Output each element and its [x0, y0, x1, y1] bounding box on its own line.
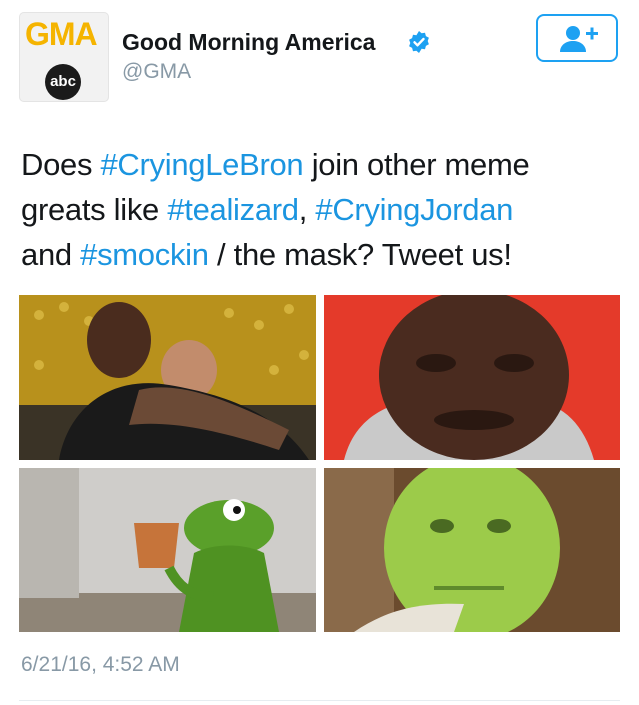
account-name[interactable]: Good Morning America [122, 28, 375, 56]
add-user-icon [560, 26, 598, 52]
tweet-text-segment: / the mask? Tweet us! [208, 237, 512, 272]
the-mask-photo[interactable] [324, 468, 620, 632]
hashtag-link[interactable]: #CryingLeBron [100, 147, 303, 182]
abc-logo: abc [45, 64, 81, 100]
tweet-line-3: and #smockin / the mask? Tweet us! [21, 232, 621, 277]
crying-lebron-photo[interactable] [19, 295, 316, 460]
tweet-text: Does #CryingLeBron join other meme great… [21, 142, 621, 277]
tweet-text-segment: , [298, 192, 316, 227]
kermit-tea-photo[interactable] [19, 468, 316, 632]
crying-jordan-photo[interactable] [324, 295, 620, 460]
tweet-line-1: Does #CryingLeBron join other meme [21, 142, 621, 187]
tweet-text-segment: greats like [21, 192, 168, 227]
account-handle[interactable]: @GMA [122, 60, 191, 84]
tweet-timestamp[interactable]: 6/21/16, 4:52 AM [21, 652, 180, 678]
tweet-text-segment: and [21, 237, 81, 272]
divider [19, 700, 620, 701]
tweet-text-segment: join other meme [303, 147, 530, 182]
account-avatar[interactable]: GMA abc [19, 12, 109, 102]
follow-button[interactable] [536, 14, 618, 62]
tweet-line-2: greats like #tealizard, #CryingJordan [21, 187, 621, 232]
hashtag-link[interactable]: #tealizard [167, 192, 299, 227]
hashtag-link[interactable]: #CryingJordan [315, 192, 513, 227]
hashtag-link[interactable]: #smockin [80, 237, 209, 272]
gma-logo-text: GMA [25, 16, 98, 52]
tweet-text-segment: Does [21, 147, 101, 182]
verified-badge-icon [409, 31, 429, 53]
media-grid [19, 295, 620, 632]
